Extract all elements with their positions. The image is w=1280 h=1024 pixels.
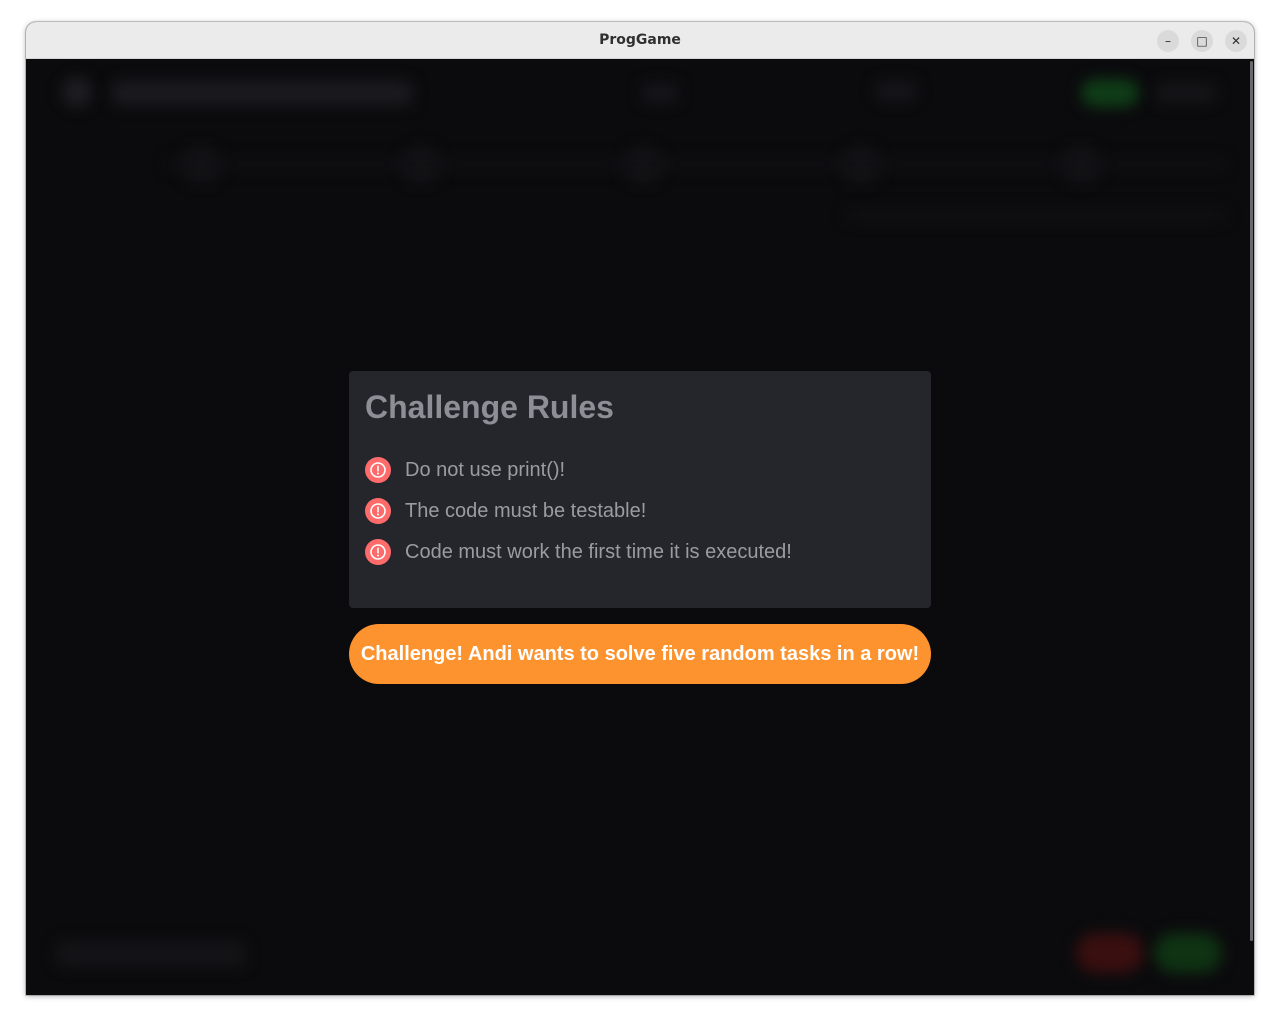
rule-text: Do not use print()! [405,459,566,481]
background-logo-icon [62,77,92,107]
minimize-button[interactable]: – [1157,30,1179,52]
rule-text: Code must work the first time it is exec… [405,541,792,563]
alert-circle-icon [365,457,391,483]
background-stat-bar [166,159,1226,169]
window-titlebar[interactable]: ProgGame – □ ✕ [26,22,1254,59]
panel-title: Challenge Rules [365,389,614,425]
background-red-button [1076,933,1144,973]
rule-text: The code must be testable! [405,500,647,522]
app-window: ProgGame – □ ✕ Challenge Rules Do not us… [26,22,1254,995]
window-title: ProgGame [599,32,681,48]
background-user-menu [1156,83,1216,103]
background-nav-item [876,81,916,101]
alert-circle-icon [365,498,391,524]
start-challenge-button[interactable]: Challenge! Andi wants to solve five rand… [349,624,931,684]
maximize-button[interactable]: □ [1191,30,1213,52]
background-footer-link [56,941,246,967]
background-subtext [846,209,1226,221]
background-logo-text [112,81,412,105]
vertical-scrollbar[interactable] [1250,61,1253,941]
challenge-rules-panel: Challenge Rules Do not use print()! The … [349,371,931,608]
background-status-pill [1081,79,1139,107]
app-content: Challenge Rules Do not use print()! The … [26,59,1254,995]
background-nav-item [642,83,678,103]
background-green-button [1154,933,1222,973]
alert-circle-icon [365,539,391,565]
close-button[interactable]: ✕ [1225,30,1247,52]
